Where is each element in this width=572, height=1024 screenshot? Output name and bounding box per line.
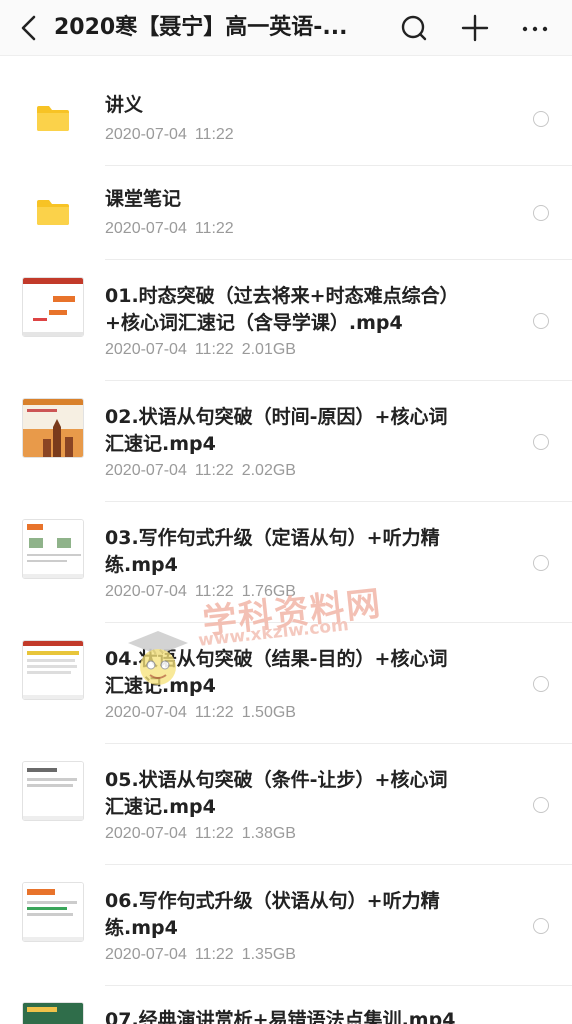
video-thumbnail	[22, 519, 84, 579]
item-name-line2: 汇速记.mp4	[105, 433, 216, 455]
video-thumbnail	[22, 277, 84, 337]
video-thumbnail	[22, 640, 84, 700]
item-name-line1: 04.状语从句突破（结果-目的）+核心词	[105, 648, 448, 670]
select-checkbox[interactable]	[533, 797, 549, 813]
item-meta: 2020-07-04 11:22 2.02GB	[105, 462, 296, 479]
list-item[interactable]: 05.状语从句突破（条件-让步）+核心词 汇速记.mp4 2020-07-04 1…	[0, 744, 572, 865]
back-icon[interactable]	[16, 12, 46, 44]
page-title: 2020寒【聂宁】高一英语-...	[54, 15, 348, 40]
item-meta: 2020-07-04 11:22 1.35GB	[105, 946, 296, 963]
item-meta: 2020-07-04 11:22 1.38GB	[105, 825, 296, 842]
list-item[interactable]: 02.状语从句突破（时间-原因）+核心词 汇速记.mp4 2020-07-04 1…	[0, 381, 572, 502]
video-thumbnail	[22, 761, 84, 821]
item-name-line1: 03.写作句式升级（定语从句）+听力精	[105, 527, 440, 549]
item-meta: 2020-07-04 11:22	[105, 220, 234, 237]
list-item[interactable]: 04.状语从句突破（结果-目的）+核心词 汇速记.mp4 2020-07-04 1…	[0, 623, 572, 744]
select-checkbox[interactable]	[533, 205, 549, 221]
select-checkbox[interactable]	[533, 313, 549, 329]
item-name: 课堂笔记	[105, 188, 182, 210]
item-name-line2: +核心词汇速记（含导学课）.mp4	[105, 312, 403, 334]
select-checkbox[interactable]	[533, 434, 549, 450]
plus-icon[interactable]	[459, 12, 491, 44]
list-item[interactable]: 03.写作句式升级（定语从句）+听力精 练.mp4 2020-07-04 11:2…	[0, 502, 572, 623]
video-thumbnail	[22, 882, 84, 942]
folder-icon	[37, 200, 69, 225]
list-item[interactable]: 讲义 2020-07-04 11:22	[0, 72, 572, 166]
list-item[interactable]: 01.时态突破（过去将来+时态难点综合） +核心词汇速记（含导学课）.mp4 2…	[0, 260, 572, 381]
item-name-line1: 05.状语从句突破（条件-让步）+核心词	[105, 769, 448, 791]
item-name: 讲义	[105, 94, 144, 116]
list-item[interactable]: 课堂笔记 2020-07-04 11:22	[0, 166, 572, 260]
item-name-line2: 练.mp4	[105, 917, 178, 939]
list-item[interactable]: 07.经典演讲赏析+易错语法点集训.mp4	[0, 986, 572, 1024]
item-meta: 2020-07-04 11:22 1.50GB	[105, 704, 296, 721]
video-thumbnail	[22, 398, 84, 458]
select-checkbox[interactable]	[533, 555, 549, 571]
search-icon[interactable]	[398, 12, 430, 44]
item-name-line2: 练.mp4	[105, 554, 178, 576]
folder-icon	[37, 106, 69, 131]
item-name-line2: 汇速记.mp4	[105, 796, 216, 818]
select-checkbox[interactable]	[533, 918, 549, 934]
item-name-line1: 01.时态突破（过去将来+时态难点综合）	[105, 285, 459, 307]
select-checkbox[interactable]	[533, 111, 549, 127]
item-meta: 2020-07-04 11:22	[105, 126, 234, 143]
top-bar: 2020寒【聂宁】高一英语-...	[0, 0, 572, 56]
item-meta: 2020-07-04 11:22 2.01GB	[105, 341, 296, 358]
more-icon[interactable]	[519, 12, 551, 44]
item-name-line1: 02.状语从句突破（时间-原因）+核心词	[105, 406, 448, 428]
item-name-line2: 汇速记.mp4	[105, 675, 216, 697]
item-name-line1: 06.写作句式升级（状语从句）+听力精	[105, 890, 440, 912]
item-name-line1: 07.经典演讲赏析+易错语法点集训.mp4	[105, 1009, 456, 1024]
list-item[interactable]: 06.写作句式升级（状语从句）+听力精 练.mp4 2020-07-04 11:2…	[0, 865, 572, 986]
select-checkbox[interactable]	[533, 676, 549, 692]
video-thumbnail	[22, 1002, 84, 1024]
item-meta: 2020-07-04 11:22 1.76GB	[105, 583, 296, 600]
